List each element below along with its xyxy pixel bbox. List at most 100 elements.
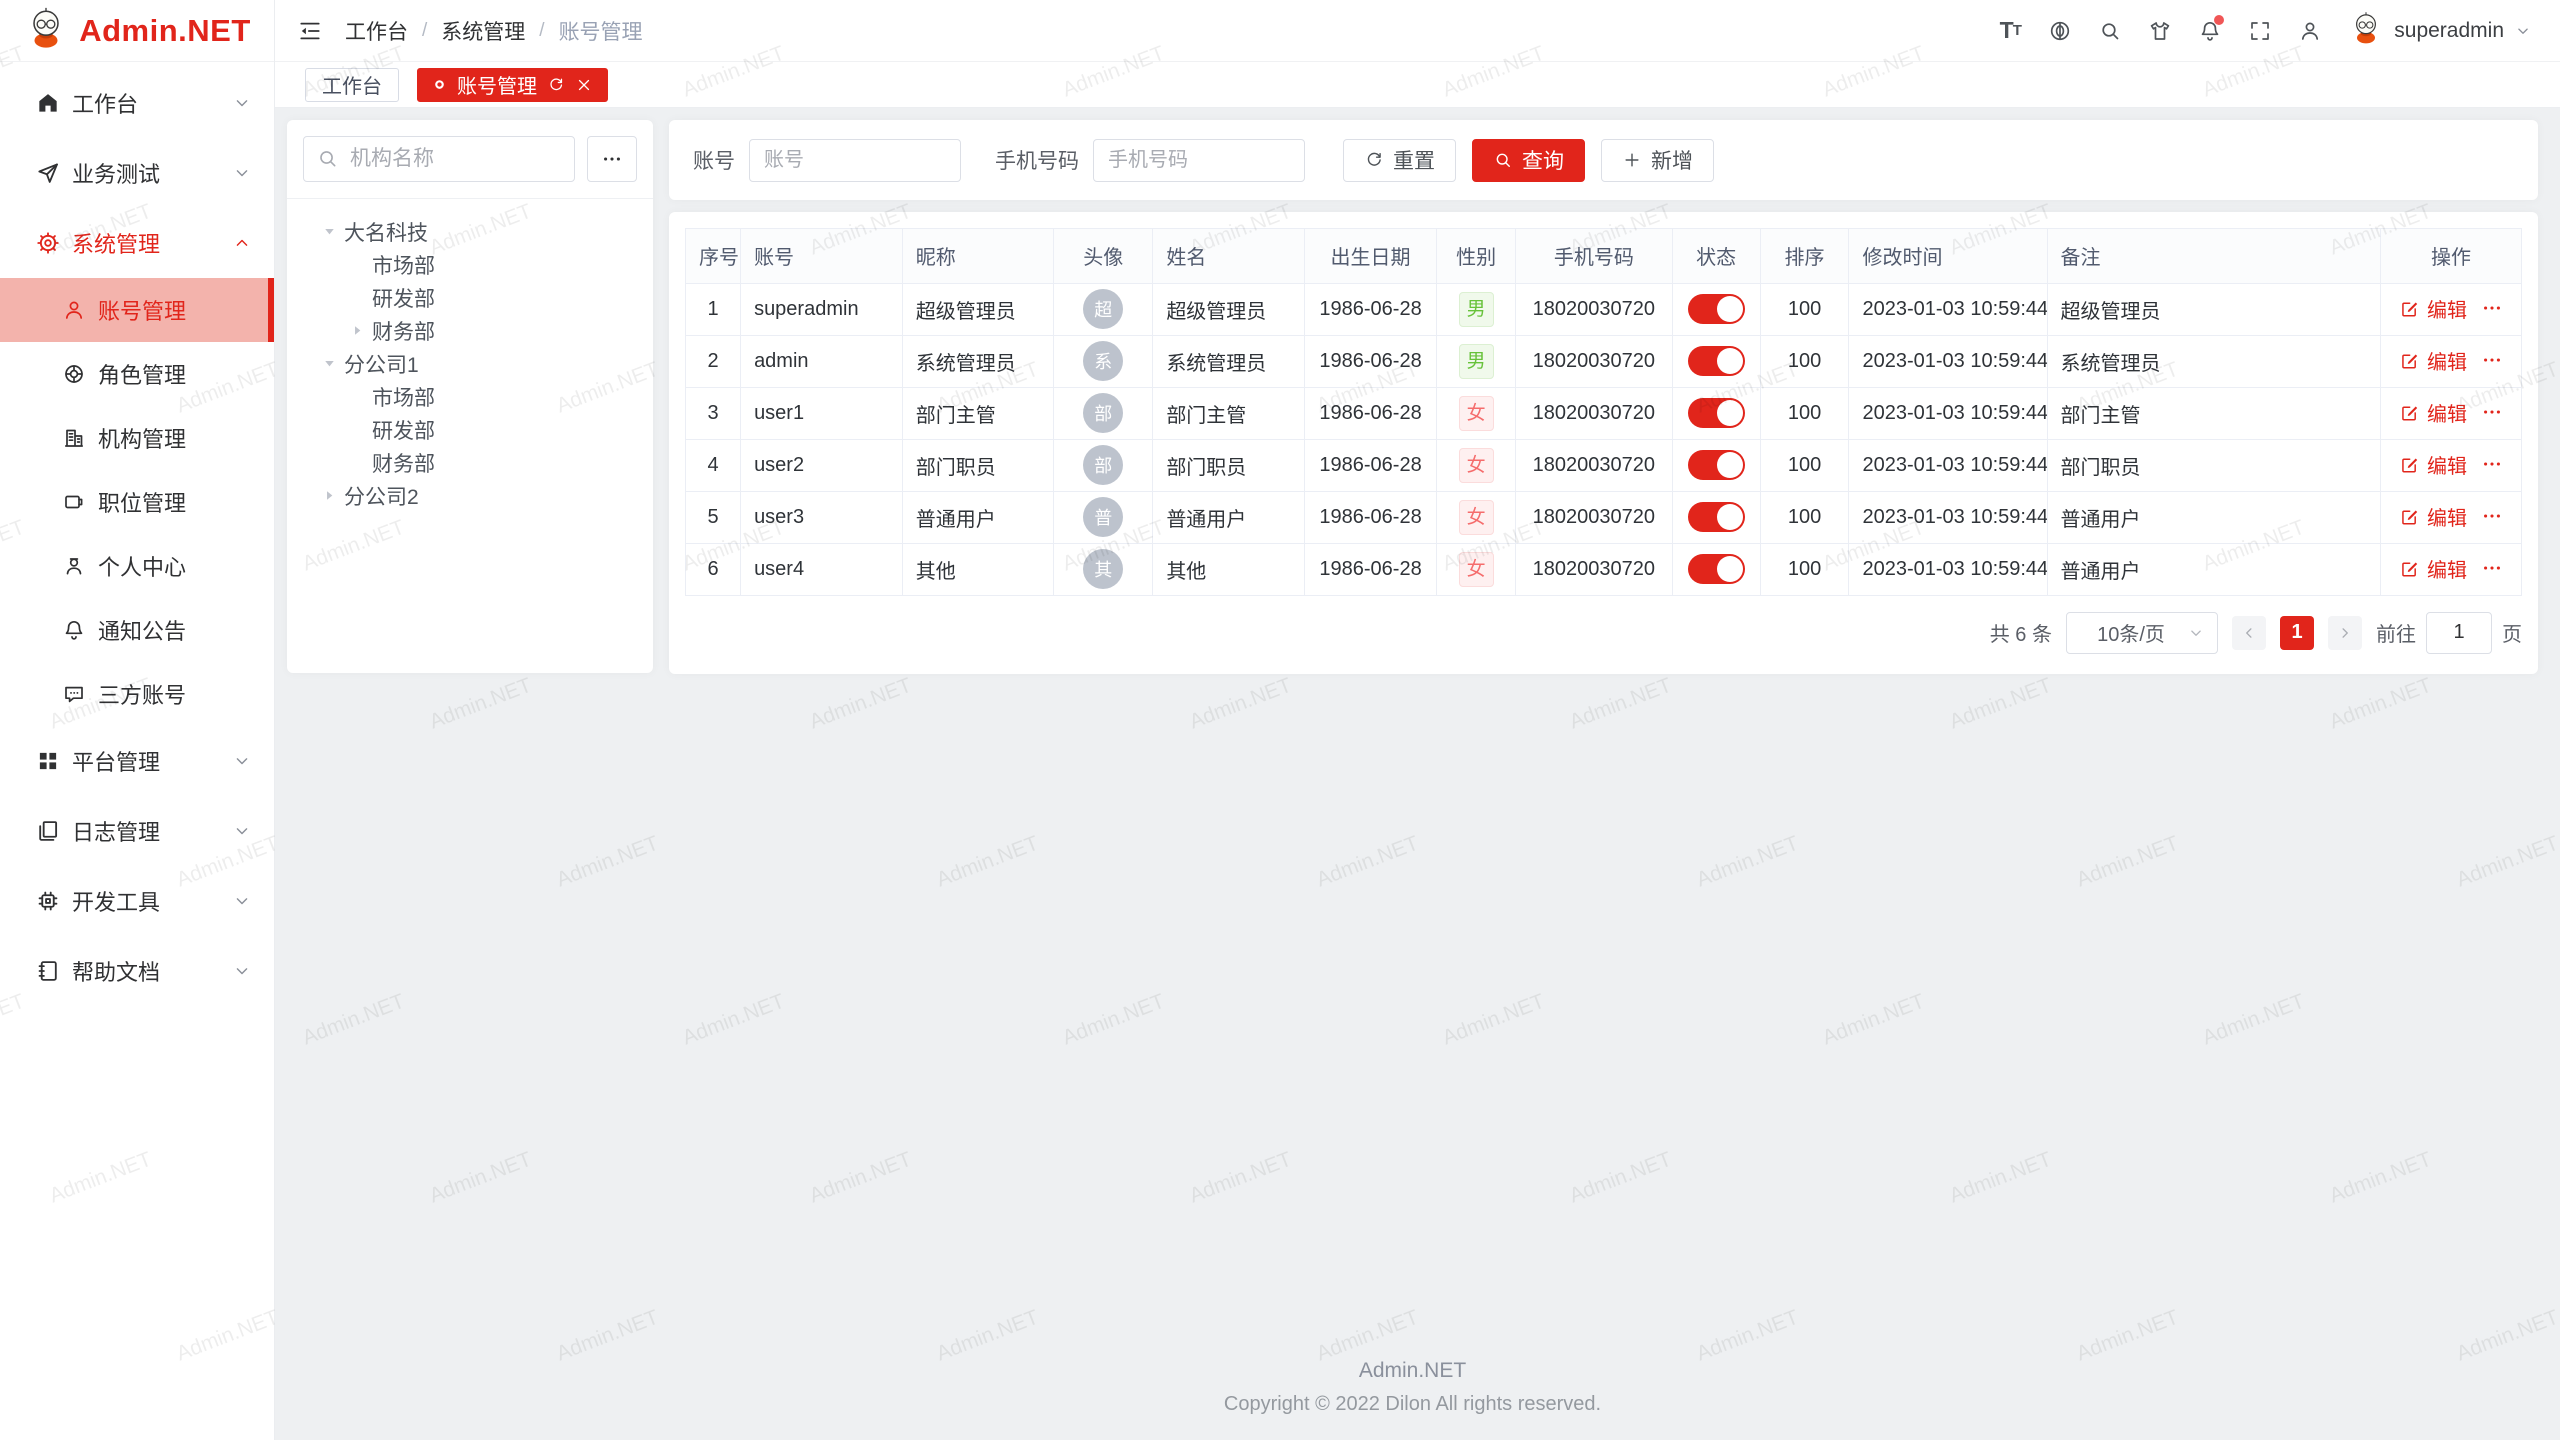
tree-node[interactable]: 财务部 xyxy=(303,446,637,479)
tree-expand-icon[interactable] xyxy=(317,355,341,372)
column-header: 昵称 xyxy=(902,229,1054,283)
tree-expand-icon[interactable] xyxy=(317,223,341,240)
sidebar-item[interactable]: 系统管理 xyxy=(0,208,274,278)
phone-label: 手机号码 xyxy=(995,145,1079,175)
footer-title: Admin.NET xyxy=(287,1359,2538,1383)
status-toggle[interactable] xyxy=(1688,346,1745,376)
tab-account-management[interactable]: 账号管理 xyxy=(417,68,608,102)
org-search-input[interactable] xyxy=(303,136,575,182)
chevron-down-icon xyxy=(232,163,252,183)
status-toggle[interactable] xyxy=(1688,294,1745,324)
username: superadmin xyxy=(2394,19,2504,43)
notification-bell-icon[interactable] xyxy=(2188,9,2232,53)
search-icon[interactable] xyxy=(2088,9,2132,53)
close-icon[interactable] xyxy=(575,76,593,94)
column-header: 序号 xyxy=(686,229,741,283)
tree-node[interactable]: 分公司2 xyxy=(303,479,637,512)
column-header: 出生日期 xyxy=(1304,229,1436,283)
sidebar-item[interactable]: 三方账号 xyxy=(0,662,274,726)
tree-expand-icon[interactable] xyxy=(345,322,369,339)
fullscreen-icon[interactable] xyxy=(2238,9,2282,53)
more-options-button[interactable] xyxy=(587,136,637,182)
page-unit-label: 页 xyxy=(2502,618,2522,647)
user-menu[interactable]: superadmin xyxy=(2348,10,2532,52)
profile-icon xyxy=(60,554,88,578)
content: 大名科技市场部研发部财务部分公司1市场部研发部财务部分公司2 账号 手机号码 xyxy=(275,108,2560,1440)
breadcrumb-item[interactable]: 工作台 xyxy=(345,16,408,46)
search-icon xyxy=(316,147,339,170)
sidebar-item[interactable]: 帮助文档 xyxy=(0,936,274,1006)
tree-expand-icon[interactable] xyxy=(317,487,341,504)
tree-node[interactable]: 研发部 xyxy=(303,413,637,446)
tree-node[interactable]: 财务部 xyxy=(303,314,637,347)
sidebar-item[interactable]: 日志管理 xyxy=(0,796,274,866)
status-toggle[interactable] xyxy=(1688,554,1745,584)
pagination-total: 共 6 条 xyxy=(1990,618,2052,647)
tab-label: 账号管理 xyxy=(457,70,537,99)
avatar: 系 xyxy=(1083,341,1123,381)
edit-button[interactable]: 编辑 xyxy=(2399,294,2467,323)
add-button[interactable]: 新增 xyxy=(1601,139,1714,182)
language-icon[interactable] xyxy=(2038,9,2082,53)
breadcrumb-item[interactable]: 系统管理 xyxy=(441,16,525,46)
column-header: 性别 xyxy=(1437,229,1516,283)
refresh-icon[interactable] xyxy=(547,76,565,94)
status-toggle[interactable] xyxy=(1688,398,1745,428)
breadcrumb-separator: / xyxy=(539,20,544,42)
edit-button[interactable]: 编辑 xyxy=(2399,346,2467,375)
edit-button[interactable]: 编辑 xyxy=(2399,398,2467,427)
sidebar-item[interactable]: 账号管理 xyxy=(0,278,274,342)
menu-fold-icon[interactable] xyxy=(297,18,323,44)
tab-workbench[interactable]: 工作台 xyxy=(305,68,399,102)
avatar: 部 xyxy=(1083,393,1123,433)
account-label: 账号 xyxy=(693,145,735,175)
column-header: 手机号码 xyxy=(1516,229,1673,283)
gender-badge: 女 xyxy=(1459,552,1494,587)
tree-node[interactable]: 大名科技 xyxy=(303,215,637,248)
tree-node[interactable]: 分公司1 xyxy=(303,347,637,380)
sidebar-item[interactable]: 业务测试 xyxy=(0,138,274,208)
app-logo[interactable]: Admin.NET xyxy=(0,0,274,62)
theme-shirt-icon[interactable] xyxy=(2138,9,2182,53)
more-actions-button[interactable] xyxy=(2481,349,2503,371)
more-actions-button[interactable] xyxy=(2481,453,2503,475)
sidebar-item[interactable]: 通知公告 xyxy=(0,598,274,662)
tree-node[interactable]: 市场部 xyxy=(303,248,637,281)
sidebar-item[interactable]: 个人中心 xyxy=(0,534,274,598)
edit-button[interactable]: 编辑 xyxy=(2399,554,2467,583)
prev-page-button[interactable] xyxy=(2232,616,2266,650)
next-page-button[interactable] xyxy=(2328,616,2362,650)
font-size-icon[interactable]: TT xyxy=(1988,9,2032,53)
phone-input[interactable] xyxy=(1093,139,1305,182)
main-area: 工作台 / 系统管理 / 账号管理 TT superadmin xyxy=(275,0,2560,1440)
sidebar-item[interactable]: 职位管理 xyxy=(0,470,274,534)
user-table: 序号账号昵称头像姓名出生日期性别手机号码状态排序修改时间备注操作 1supera… xyxy=(685,228,2522,596)
edit-button[interactable]: 编辑 xyxy=(2399,450,2467,479)
edit-button[interactable]: 编辑 xyxy=(2399,502,2467,531)
tag-tabbar: 工作台 账号管理 xyxy=(275,62,2560,108)
account-input[interactable] xyxy=(749,139,961,182)
tree-node[interactable]: 研发部 xyxy=(303,281,637,314)
more-actions-button[interactable] xyxy=(2481,297,2503,319)
gender-badge: 男 xyxy=(1459,292,1494,327)
reset-button[interactable]: 重置 xyxy=(1343,139,1456,182)
sidebar-item[interactable]: 机构管理 xyxy=(0,406,274,470)
user-profile-icon[interactable] xyxy=(2288,9,2332,53)
more-actions-button[interactable] xyxy=(2481,505,2503,527)
sidebar-item[interactable]: 开发工具 xyxy=(0,866,274,936)
more-actions-button[interactable] xyxy=(2481,557,2503,579)
page-number-current[interactable]: 1 xyxy=(2280,616,2314,650)
status-toggle[interactable] xyxy=(1688,450,1745,480)
goto-page-input[interactable] xyxy=(2426,612,2492,654)
sidebar-item[interactable]: 平台管理 xyxy=(0,726,274,796)
tree-node[interactable]: 市场部 xyxy=(303,380,637,413)
sidebar-item[interactable]: 工作台 xyxy=(0,68,274,138)
status-toggle[interactable] xyxy=(1688,502,1745,532)
search-button[interactable]: 查询 xyxy=(1472,139,1585,182)
avatar: 超 xyxy=(1083,289,1123,329)
page-size-select[interactable]: 10条/页 xyxy=(2066,612,2218,654)
org-search xyxy=(303,136,575,182)
gender-badge: 女 xyxy=(1459,500,1494,535)
more-actions-button[interactable] xyxy=(2481,401,2503,423)
sidebar-item[interactable]: 角色管理 xyxy=(0,342,274,406)
